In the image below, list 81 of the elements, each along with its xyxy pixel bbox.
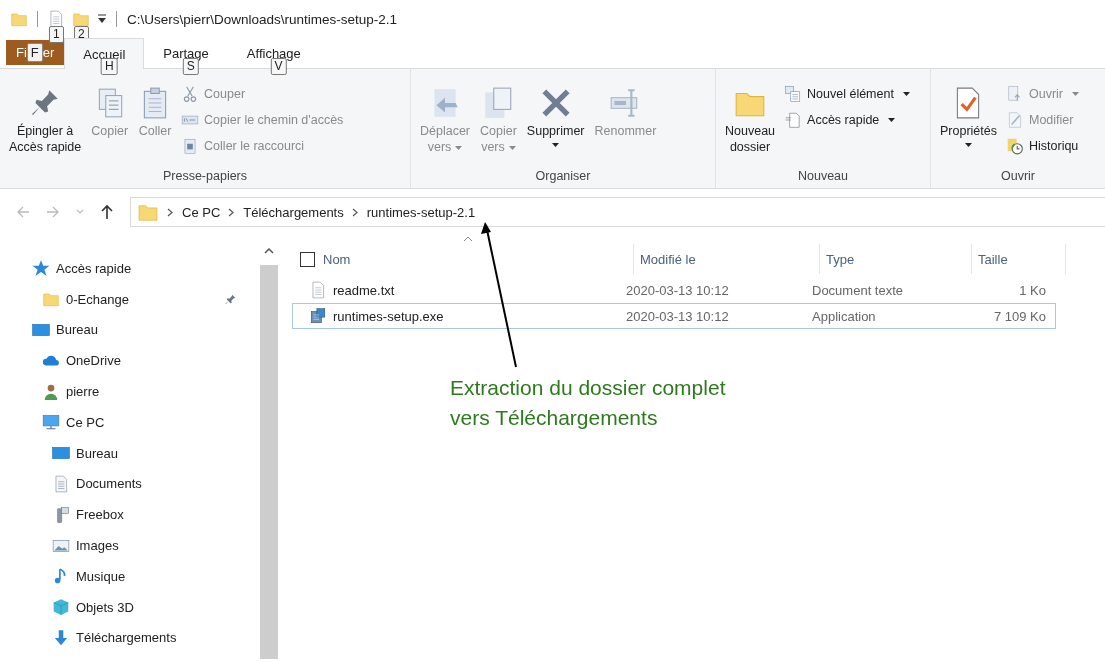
history-icon (1006, 137, 1024, 155)
group-label: Nouveau (796, 169, 849, 185)
pin-icon (224, 292, 237, 306)
sidebar-item[interactable]: Téléchargements (76, 630, 177, 646)
file-name: runtimes-setup.exe (333, 308, 444, 324)
date-cell: 2020-03-13 10:12 (626, 282, 729, 298)
text-file-icon (309, 281, 327, 299)
keytip: 1 (49, 26, 64, 43)
select-all-checkbox[interactable] (300, 251, 315, 267)
customize-caret-icon[interactable] (97, 14, 107, 24)
caret-icon (902, 92, 910, 96)
download-icon (52, 628, 70, 647)
annotation-text: Extraction du dossier complet vers Téléchargements (450, 375, 726, 431)
sidebar-item[interactable]: Objets 3D (76, 599, 134, 615)
group-label: Ouvrir (1000, 169, 1036, 185)
ribbon-button[interactable]: Accès rapide (784, 109, 910, 131)
file-name: readme.txt (333, 282, 395, 298)
date-cell: 2020-03-13 10:12 (626, 308, 729, 324)
ribbon-button[interactable]: Épingler à Accès rapide (6, 83, 85, 155)
user-icon (42, 382, 60, 401)
document-icon (784, 111, 803, 129)
column-header[interactable]: Modifié le (640, 251, 696, 267)
sidebar-item[interactable]: Images (76, 538, 119, 554)
column-header[interactable]: Taille (978, 251, 1008, 267)
star-icon (32, 259, 50, 278)
sidebar-item[interactable]: pierre (66, 384, 100, 400)
file-row[interactable]: readme.txt 2020-03-13 10:12 Document texte 1 Ko (292, 277, 1056, 303)
caret-icon (455, 145, 463, 150)
type-cell: Document texte (812, 282, 904, 298)
sidebar-item[interactable]: Accès rapide (56, 260, 132, 276)
sidebar-item[interactable]: Ce PC (66, 414, 105, 430)
caret-icon (552, 143, 560, 147)
ribbon-button[interactable]: Propriétés (937, 83, 1000, 147)
file-row[interactable]: runtimes-setup.exe 2020-03-13 10:12 Application 7 109 Ko (292, 303, 1056, 329)
sidebar-item[interactable]: Freebox (76, 507, 124, 523)
chevron-right-icon[interactable] (228, 207, 236, 217)
address-bar[interactable]: Ce PC Téléchargements runtimes-setup-2.1 (130, 197, 1105, 227)
sidebar-item[interactable]: Bureau (56, 322, 98, 338)
edit-icon (1006, 111, 1024, 129)
breadcrumb[interactable]: Ce PC (182, 204, 221, 220)
chevron-right-icon[interactable] (167, 207, 174, 217)
caret-icon (508, 145, 516, 150)
ribbon-button[interactable]: Supprimer (523, 83, 588, 147)
breadcrumb[interactable]: runtimes-setup-2.1 (366, 204, 476, 220)
file-tab[interactable]: Fi F er (6, 40, 65, 65)
scroll-up-icon[interactable] (264, 247, 274, 255)
folder-icon (72, 10, 90, 28)
desktop-icon (32, 321, 50, 339)
sidebar-item[interactable]: OneDrive (66, 353, 121, 369)
size-cell: 7 109 Ko (993, 308, 1046, 324)
sidebar-item[interactable]: 0-Echange (66, 291, 129, 307)
caret-icon (1072, 92, 1079, 96)
sidebar-item[interactable]: Bureau (76, 445, 118, 461)
chevron-right-icon[interactable] (351, 207, 359, 217)
ribbon-button[interactable]: Nouveau dossier (722, 83, 779, 155)
text-file-icon (47, 10, 65, 28)
keytip: H (101, 58, 118, 75)
size-cell: 1 Ko (1019, 282, 1046, 298)
folder-icon (10, 10, 28, 28)
type-cell: Application (812, 308, 876, 324)
keytip: V (270, 58, 287, 75)
ribbon-button[interactable]: Nouvel élément (784, 83, 910, 105)
group-label: Presse-papiers (161, 169, 249, 185)
column-header[interactable]: Nom (323, 251, 351, 267)
ribbon-button[interactable]: Historiqu (1006, 135, 1079, 157)
documents-icon (52, 474, 70, 493)
folder-icon (42, 290, 60, 309)
keytip: S (182, 58, 199, 75)
breadcrumb[interactable]: Téléchargements (243, 204, 344, 220)
column-header[interactable]: Type (826, 251, 855, 267)
cube-icon (52, 598, 70, 617)
up-arrow-icon[interactable] (100, 204, 114, 220)
computer-icon (42, 413, 60, 432)
caret-icon (965, 143, 972, 147)
window-title: C:\Users\pierr\Downloads\runtimes-setup-2.1 (127, 11, 398, 27)
group-label: Organiser (534, 169, 592, 185)
installer-icon (309, 307, 327, 325)
caret-icon (888, 118, 896, 122)
sidebar-item[interactable]: Musique (76, 568, 126, 584)
new-item-icon (784, 85, 803, 103)
sidebar-item[interactable]: Documents (76, 476, 142, 492)
